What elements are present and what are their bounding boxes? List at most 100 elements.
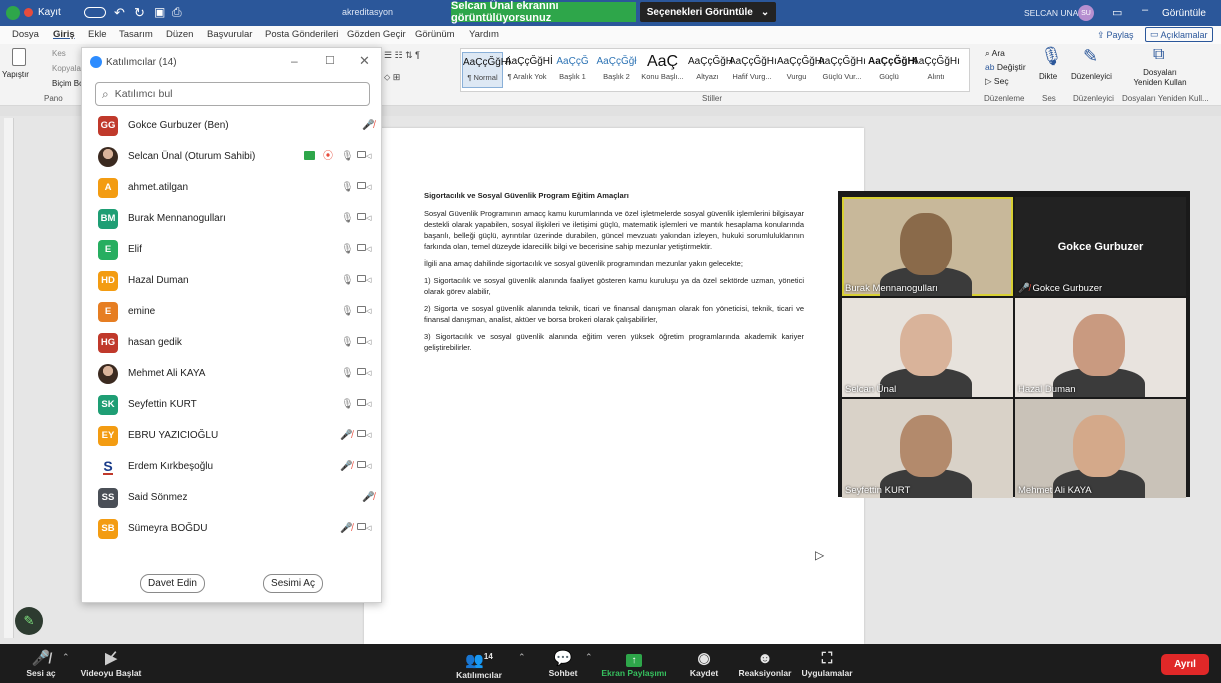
- unmute-audio-button[interactable]: 🎤̸ Sesi aç: [18, 644, 64, 683]
- participant-row[interactable]: HD Hazal Duman 🎙 ◁: [82, 265, 381, 296]
- minimize-icon[interactable]: –: [291, 54, 298, 68]
- participants-button[interactable]: 👥14 Katılımcılar: [452, 644, 506, 683]
- video-tile[interactable]: Hazal Duman: [1015, 298, 1186, 397]
- style-option[interactable]: AaÇçĞğHı Hafif Vurg...: [729, 52, 777, 88]
- video-tile[interactable]: Mehmet Ali KAYA: [1015, 399, 1186, 498]
- muted-microphone-icon[interactable]: 🎤̸: [362, 120, 374, 131]
- video-camera-icon[interactable]: ◁: [357, 523, 371, 534]
- style-option[interactable]: AaÇçĞğHI Güçlü: [868, 52, 917, 88]
- style-option[interactable]: AaÇçĞğł Başlık 2: [596, 52, 637, 88]
- microphone-icon[interactable]: 🎙: [341, 368, 354, 379]
- share-screen-button[interactable]: ↑ Ekran Paylaşımı: [600, 644, 668, 683]
- select-button[interactable]: ▷ Seç: [985, 76, 1009, 87]
- ribbon-display-icon[interactable]: ▭: [1112, 6, 1122, 19]
- find-button[interactable]: ⌕ Ara: [985, 48, 1005, 59]
- audio-options-chevron-icon[interactable]: ⌃: [62, 652, 70, 663]
- apps-button[interactable]: ⛶ Uygulamalar: [800, 644, 854, 683]
- participant-row[interactable]: BM Burak Mennanogulları 🎙 ◁: [82, 203, 381, 234]
- muted-microphone-icon[interactable]: 🎤̸: [340, 523, 352, 534]
- video-camera-icon[interactable]: ◁: [357, 182, 371, 193]
- participant-row[interactable]: Mehmet Ali KAYA 🎙 ◁: [82, 358, 381, 389]
- participant-row[interactable]: SK Seyfettin KURT 🎙 ◁: [82, 389, 381, 420]
- muted-microphone-icon[interactable]: 🎤̸: [340, 461, 352, 472]
- video-camera-icon[interactable]: ◁: [357, 213, 371, 224]
- microphone-icon[interactable]: 🎙: [341, 151, 354, 162]
- leave-meeting-button[interactable]: Ayrıl: [1161, 654, 1209, 675]
- video-camera-icon[interactable]: ◁: [357, 306, 371, 317]
- participant-row[interactable]: Eemine 🎙 ◁: [82, 296, 381, 327]
- annotate-pen-button[interactable]: ✎: [15, 607, 43, 635]
- video-camera-icon[interactable]: ◁: [357, 151, 371, 162]
- video-camera-icon[interactable]: ◁: [357, 275, 371, 286]
- shading-icon[interactable]: ⬦ ⊞: [384, 72, 400, 83]
- style-option[interactable]: AaÇçĞğHı Vurgu: [777, 52, 825, 88]
- participant-row[interactable]: S Erdem Kırkbeşoğlu 🎤̸ ◁: [82, 451, 381, 482]
- tab-layout[interactable]: Düzen: [166, 29, 193, 40]
- video-tile[interactable]: Burak Mennanogulları: [842, 197, 1013, 296]
- chat-button[interactable]: 💬 Sohbet: [540, 644, 586, 683]
- paste-button[interactable]: Yapıştır: [2, 70, 29, 79]
- record-label[interactable]: Kayıt: [38, 7, 61, 18]
- print-icon[interactable]: ⎙: [172, 5, 182, 20]
- microphone-icon[interactable]: 🎙: [341, 337, 354, 348]
- video-camera-icon[interactable]: ◁: [357, 368, 371, 379]
- view-toggle-label[interactable]: Görüntüle: [1162, 8, 1206, 19]
- muted-microphone-icon[interactable]: 🎤̸: [362, 492, 374, 503]
- style-option[interactable]: AaÇçĞ Başlık 1: [551, 52, 594, 88]
- chat-options-chevron-icon[interactable]: ⌃: [585, 652, 593, 663]
- account-avatar[interactable]: SU: [1078, 5, 1094, 21]
- style-option[interactable]: AaÇçĞğHİ ¶ Aralık Yok: [505, 52, 553, 88]
- cut-button[interactable]: Kes: [52, 49, 66, 58]
- microphone-icon[interactable]: 🎙: [341, 244, 354, 255]
- style-option[interactable]: AaÇçĞğH Altyazı: [688, 52, 733, 88]
- muted-microphone-icon[interactable]: 🎤̸: [340, 430, 352, 441]
- microphone-icon[interactable]: 🎙: [341, 213, 354, 224]
- copy-button[interactable]: Kopyala: [52, 64, 81, 73]
- microphone-icon[interactable]: 🎙: [341, 275, 354, 286]
- start-video-button[interactable]: ▶̸ Videoyu Başlat: [78, 644, 144, 683]
- save-icon[interactable]: ▣: [154, 5, 165, 19]
- record-button[interactable]: ◉ Kaydet: [684, 644, 724, 683]
- participant-row[interactable]: SS Said Sönmez 🎤̸: [82, 482, 381, 513]
- participant-row[interactable]: EY EBRU YAZICIOĞLU 🎤̸ ◁: [82, 420, 381, 451]
- video-camera-icon[interactable]: ◁: [357, 430, 371, 441]
- tab-view[interactable]: Görünüm: [415, 29, 455, 40]
- tab-file[interactable]: Dosya: [12, 29, 39, 40]
- participant-row[interactable]: Selcan Ünal (Oturum Sahibi) ⦿ 🎙 ◁: [82, 141, 381, 172]
- tab-review[interactable]: Gözden Geçir: [347, 29, 406, 40]
- style-option[interactable]: AaÇ Konu Başlı...: [639, 52, 686, 88]
- participant-row[interactable]: SB Sümeyra BOĞDU 🎤̸ ◁: [82, 513, 381, 544]
- participant-row[interactable]: Aahmet.atilgan 🎙 ◁: [82, 172, 381, 203]
- participant-row[interactable]: HG hasan gedik 🎙 ◁: [82, 327, 381, 358]
- participant-row[interactable]: GG Gokce Gurbuzer (Ben) 🎤̸: [82, 110, 381, 141]
- list-icon[interactable]: ☰ ☷ ⇅ ¶: [384, 50, 420, 61]
- video-camera-icon[interactable]: ◁: [357, 337, 371, 348]
- maximize-icon[interactable]: ☐: [325, 54, 335, 67]
- reuse-files-button[interactable]: Dosyaları Yeniden Kullan: [1130, 68, 1190, 88]
- document-page[interactable]: Sigortacılık ve Sosyal Güvenlik Program …: [364, 128, 864, 644]
- reactions-button[interactable]: ☻ Reaksiyonlar: [737, 644, 793, 683]
- microphone-icon[interactable]: 🎙: [1040, 46, 1063, 67]
- view-options-button[interactable]: Seçenekleri Görüntüle ⌄: [640, 2, 776, 22]
- autosave-toggle[interactable]: [84, 7, 106, 18]
- video-tile[interactable]: Selcan Ünal: [842, 298, 1013, 397]
- close-icon[interactable]: ✕: [359, 53, 370, 69]
- tab-mailings[interactable]: Posta Gönderileri: [265, 29, 338, 40]
- editor-button[interactable]: Düzenleyici: [1071, 72, 1112, 81]
- video-camera-icon[interactable]: ◁: [357, 399, 371, 410]
- editor-icon[interactable]: ✎: [1083, 46, 1098, 67]
- video-camera-icon[interactable]: ◁: [357, 461, 371, 472]
- microphone-icon[interactable]: 🎙: [341, 182, 354, 193]
- participant-row[interactable]: E Elif 🎙 ◁: [82, 234, 381, 265]
- microphone-icon[interactable]: 🎙: [341, 399, 354, 410]
- paste-icon[interactable]: [12, 48, 26, 66]
- replace-button[interactable]: ab Değiştir: [985, 62, 1026, 72]
- invite-button[interactable]: Davet Edin: [140, 574, 205, 593]
- style-option[interactable]: AaÇçĞğHı Güçlü Vur...: [818, 52, 866, 88]
- minimize-icon[interactable]: –: [1142, 4, 1148, 16]
- video-camera-icon[interactable]: ◁: [357, 244, 371, 255]
- undo-icon[interactable]: ↶: [114, 5, 125, 21]
- video-tile[interactable]: Gokce Gurbuzer 🎤̸ Gokce Gurbuzer: [1015, 197, 1186, 296]
- style-option[interactable]: AaÇçĞğHİ ¶ Normal: [462, 52, 511, 88]
- share-button[interactable]: ⇪ Paylaş: [1097, 28, 1134, 42]
